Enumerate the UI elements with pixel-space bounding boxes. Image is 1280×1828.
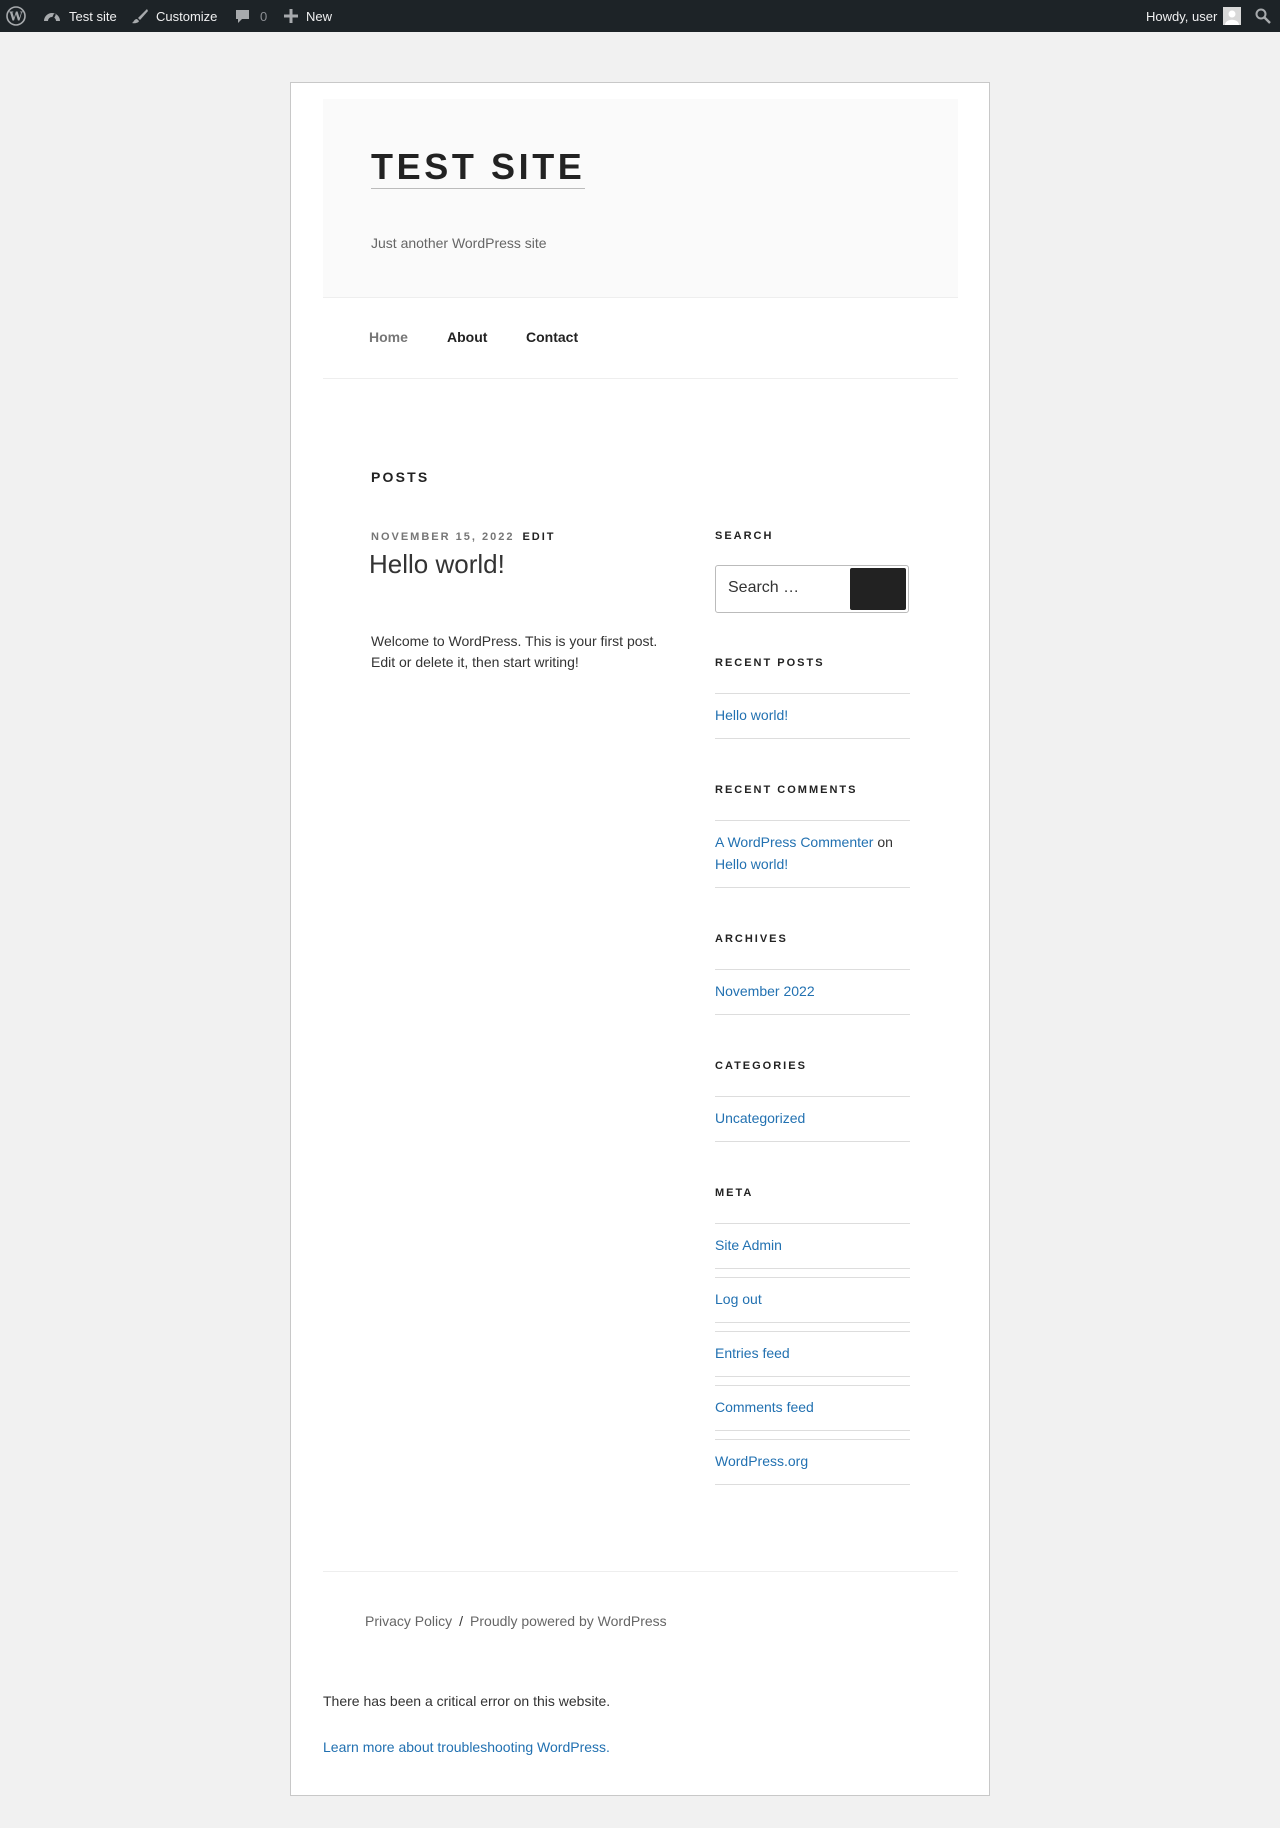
comments-link[interactable]: 0	[235, 0, 267, 32]
comments-count: 0	[260, 8, 268, 24]
site-tagline: Just another WordPress site	[371, 235, 547, 251]
list-item: A WordPress Commenter on Hello world!	[715, 820, 910, 888]
site-name-menu[interactable]: Test site	[43, 0, 117, 32]
troubleshooting-link[interactable]: Learn more about troubleshooting WordPre…	[323, 1739, 610, 1755]
post-excerpt: Welcome to WordPress. This is your first…	[371, 633, 658, 670]
paintbrush-icon	[132, 8, 148, 24]
new-label: New	[306, 8, 333, 24]
wordpress-logo-icon[interactable]: W	[6, 0, 26, 32]
list-item: November 2022	[715, 969, 910, 1015]
meta-link-entries-feed[interactable]: Entries feed	[715, 1345, 790, 1361]
plus-icon	[284, 9, 298, 23]
list-item: WordPress.org	[715, 1439, 910, 1485]
widget-title-categories: CATEGORIES	[715, 1060, 807, 1072]
list-item: Site Admin	[715, 1223, 910, 1269]
nav-item-contact[interactable]: Contact	[526, 329, 578, 345]
categories-list: Uncategorized	[715, 1096, 910, 1142]
edit-post-link[interactable]: EDIT	[522, 531, 555, 543]
widget-title-search: SEARCH	[715, 530, 774, 542]
page-container: TEST SITE Just another WordPress site Ho…	[290, 82, 990, 1796]
list-item: Hello world!	[715, 693, 910, 739]
widget-title-recent-posts: RECENT POSTS	[715, 657, 825, 669]
svg-text:W: W	[8, 10, 23, 24]
list-item: Log out	[715, 1277, 910, 1323]
category-link[interactable]: Uncategorized	[715, 1110, 805, 1126]
list-item: Uncategorized	[715, 1096, 910, 1142]
admin-bar: W Test site Customize 0 New Howdy, user	[0, 0, 1280, 32]
comment-bubble-icon	[235, 9, 250, 24]
footer-separator: /	[459, 1613, 464, 1629]
site-header: TEST SITE Just another WordPress site	[323, 99, 958, 298]
user-account-menu[interactable]: Howdy, user	[1146, 0, 1242, 32]
list-item: Entries feed	[715, 1331, 910, 1377]
nav-item-home[interactable]: Home	[369, 329, 408, 345]
comment-on-text: on	[877, 834, 893, 850]
search-form: Search …	[715, 565, 909, 613]
archives-list: November 2022	[715, 969, 910, 1015]
recent-comments-list: A WordPress Commenter on Hello world!	[715, 820, 910, 888]
comment-post-link[interactable]: Hello world!	[715, 856, 788, 872]
meta-link-log-out[interactable]: Log out	[715, 1291, 762, 1307]
avatar	[1223, 7, 1242, 25]
comment-author-link[interactable]: A WordPress Commenter	[715, 834, 873, 850]
recent-post-link[interactable]: Hello world!	[715, 707, 788, 723]
page-title: POSTS	[371, 469, 430, 485]
recent-posts-list: Hello world!	[715, 693, 910, 739]
post-meta: NOVEMBER 15, 2022 EDIT	[371, 531, 556, 543]
site-footer: Privacy Policy / Proudly powered by WordPr…	[365, 1613, 667, 1629]
archive-link[interactable]: November 2022	[715, 983, 815, 999]
customize-link[interactable]: Customize	[132, 0, 217, 32]
main-navigation: Home About Contact	[323, 298, 958, 379]
list-item: Comments feed	[715, 1385, 910, 1431]
nav-item-about[interactable]: About	[447, 329, 487, 345]
search-input[interactable]: Search …	[728, 579, 799, 597]
site-title[interactable]: TEST SITE	[371, 149, 586, 189]
widget-title-meta: META	[715, 1187, 754, 1199]
user-greeting: Howdy, user	[1146, 8, 1218, 24]
customize-label: Customize	[156, 8, 218, 24]
meta-list: Site Admin Log out Entries feed Comments…	[715, 1223, 910, 1485]
meta-link-site-admin[interactable]: Site Admin	[715, 1237, 782, 1253]
privacy-policy-link[interactable]: Privacy Policy	[365, 1613, 452, 1629]
admin-search-icon[interactable]	[1255, 0, 1271, 32]
widget-title-archives: ARCHIVES	[715, 933, 788, 945]
dashboard-icon	[43, 8, 61, 24]
post-title[interactable]: Hello world!	[369, 549, 505, 580]
search-button[interactable]	[850, 568, 906, 610]
widget-title-recent-comments: RECENT COMMENTS	[715, 784, 858, 796]
post-date[interactable]: NOVEMBER 15, 2022	[371, 531, 514, 543]
critical-error-message: There has been a critical error on this …	[323, 1693, 611, 1709]
meta-link-comments-feed[interactable]: Comments feed	[715, 1399, 814, 1415]
powered-by-link[interactable]: Proudly powered by WordPress	[470, 1613, 667, 1629]
footer-divider	[323, 1571, 958, 1572]
meta-link-wordpress-org[interactable]: WordPress.org	[715, 1453, 808, 1469]
new-content-menu[interactable]: New	[284, 0, 332, 32]
site-name-label: Test site	[69, 8, 117, 24]
